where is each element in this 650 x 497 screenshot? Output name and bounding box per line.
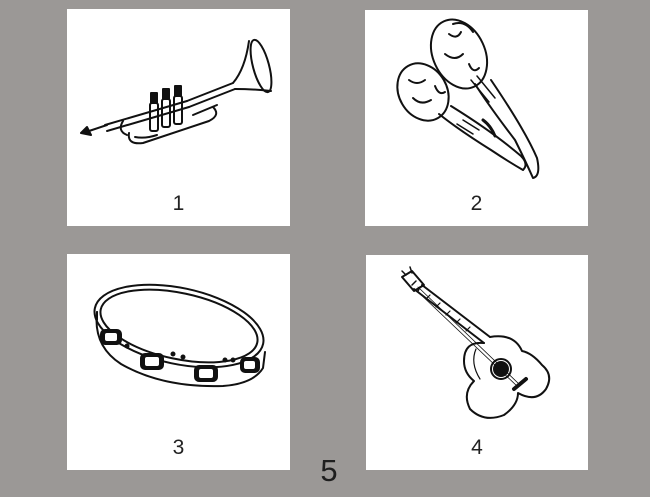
instrument-card-guitar: 4: [366, 255, 588, 470]
card-number: 3: [172, 436, 185, 459]
page-number: 5: [320, 453, 338, 488]
guitar-icon: [401, 266, 551, 419]
instrument-card-tambourine: 3: [67, 254, 290, 470]
card-number: 4: [471, 436, 483, 459]
instrument-card-maracas: 2: [365, 10, 588, 226]
maracas-icon: [396, 18, 540, 179]
card-number: 1: [172, 192, 185, 215]
tambourine-icon: [93, 283, 266, 388]
instrument-card-trumpet: 1: [67, 9, 290, 226]
trumpet-icon: [80, 38, 273, 145]
card-number: 2: [470, 192, 483, 215]
